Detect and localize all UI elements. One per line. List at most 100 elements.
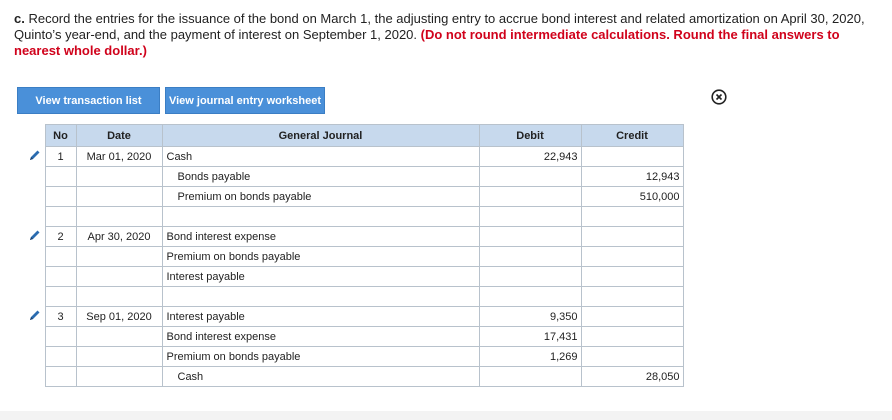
table-row: 2 Apr 30, 2020 Bond interest expense <box>25 226 684 247</box>
debit-amount[interactable] <box>478 226 582 247</box>
credit-amount[interactable] <box>580 266 684 287</box>
entry-number: 2 <box>44 226 77 247</box>
header-no: No <box>44 124 77 147</box>
header-date: Date <box>75 124 163 147</box>
credit-amount[interactable] <box>580 326 684 347</box>
credit-amount[interactable]: 510,000 <box>580 186 684 207</box>
entry-number: 3 <box>44 306 77 327</box>
table-row: Premium on bonds payable 510,000 <box>25 186 684 207</box>
entry-number <box>44 206 77 227</box>
account-name[interactable]: Bond interest expense <box>161 326 480 347</box>
edit-cell <box>25 187 45 207</box>
edit-cell <box>25 167 45 187</box>
account-name[interactable]: Bonds payable <box>161 166 480 187</box>
debit-amount[interactable] <box>478 286 582 307</box>
entry-number <box>44 326 77 347</box>
edit-column-header <box>25 125 45 147</box>
instructions: c. Record the entries for the issuance o… <box>14 11 879 59</box>
entry-date <box>75 266 163 287</box>
edit-cell <box>25 267 45 287</box>
table-row: Interest payable <box>25 266 684 287</box>
entry-number <box>44 186 77 207</box>
entry-date <box>75 186 163 207</box>
entry-date <box>75 206 163 227</box>
credit-amount[interactable] <box>580 246 684 267</box>
pencil-icon[interactable] <box>29 149 41 161</box>
header-credit: Credit <box>580 124 684 147</box>
debit-amount[interactable]: 17,431 <box>478 326 582 347</box>
entry-date <box>75 346 163 367</box>
account-name[interactable]: Cash <box>161 366 480 387</box>
table-row: 1 Mar 01, 2020 Cash 22,943 <box>25 146 684 167</box>
debit-amount[interactable] <box>478 366 582 387</box>
table-row: Bonds payable 12,943 <box>25 166 684 187</box>
edit-cell <box>25 207 45 227</box>
edit-cell[interactable] <box>25 227 45 247</box>
header-debit: Debit <box>478 124 582 147</box>
entry-number: 1 <box>44 146 77 167</box>
entry-date <box>75 246 163 267</box>
credit-amount[interactable]: 12,943 <box>580 166 684 187</box>
question-prefix: c. <box>14 11 25 26</box>
header-general-journal: General Journal <box>161 124 480 147</box>
debit-amount[interactable] <box>478 166 582 187</box>
credit-amount[interactable] <box>580 146 684 167</box>
credit-amount[interactable] <box>580 346 684 367</box>
table-row <box>25 286 684 307</box>
edit-cell <box>25 347 45 367</box>
account-name[interactable]: Bond interest expense <box>161 226 480 247</box>
pencil-icon[interactable] <box>29 229 41 241</box>
entry-number <box>44 246 77 267</box>
credit-amount[interactable] <box>580 226 684 247</box>
entry-date <box>75 166 163 187</box>
table-row: Cash 28,050 <box>25 366 684 387</box>
view-transaction-list-button[interactable]: View transaction list <box>17 87 160 114</box>
journal-table: No Date General Journal Debit Credit 1 Ma… <box>25 124 684 387</box>
entry-date <box>75 366 163 387</box>
account-name[interactable]: Cash <box>161 146 480 167</box>
debit-amount[interactable] <box>478 186 582 207</box>
edit-cell <box>25 287 45 307</box>
edit-cell[interactable] <box>25 307 45 327</box>
credit-amount[interactable] <box>580 306 684 327</box>
debit-amount[interactable] <box>478 206 582 227</box>
entry-number <box>44 166 77 187</box>
circle-x-icon[interactable] <box>711 89 727 105</box>
entry-number <box>44 266 77 287</box>
credit-amount[interactable]: 28,050 <box>580 366 684 387</box>
entry-date: Mar 01, 2020 <box>75 146 163 167</box>
table-row <box>25 206 684 227</box>
table-row: Premium on bonds payable 1,269 <box>25 346 684 367</box>
journal-body: 1 Mar 01, 2020 Cash 22,943 Bonds payable 12,9… <box>25 146 684 387</box>
entry-date: Apr 30, 2020 <box>75 226 163 247</box>
view-journal-entry-worksheet-button[interactable]: View journal entry worksheet <box>165 87 325 114</box>
header-row: No Date General Journal Debit Credit <box>25 124 684 147</box>
entry-number <box>44 346 77 367</box>
account-name[interactable]: Interest payable <box>161 266 480 287</box>
account-name[interactable]: Premium on bonds payable <box>161 246 480 267</box>
bottom-bar <box>0 411 892 420</box>
credit-amount[interactable] <box>580 286 684 307</box>
account-name[interactable] <box>161 206 480 227</box>
account-name[interactable]: Premium on bonds payable <box>161 186 480 207</box>
debit-amount[interactable] <box>478 246 582 267</box>
table-row: Bond interest expense 17,431 <box>25 326 684 347</box>
edit-cell <box>25 247 45 267</box>
edit-cell[interactable] <box>25 147 45 167</box>
entry-date <box>75 286 163 307</box>
debit-amount[interactable] <box>478 266 582 287</box>
edit-cell <box>25 327 45 347</box>
account-name[interactable] <box>161 286 480 307</box>
credit-amount[interactable] <box>580 206 684 227</box>
table-row: Premium on bonds payable <box>25 246 684 267</box>
table-row: 3 Sep 01, 2020 Interest payable 9,350 <box>25 306 684 327</box>
debit-amount[interactable]: 1,269 <box>478 346 582 367</box>
pencil-icon[interactable] <box>29 309 41 321</box>
debit-amount[interactable]: 22,943 <box>478 146 582 167</box>
debit-amount[interactable]: 9,350 <box>478 306 582 327</box>
account-name[interactable]: Premium on bonds payable <box>161 346 480 367</box>
entry-date: Sep 01, 2020 <box>75 306 163 327</box>
edit-cell <box>25 367 45 387</box>
account-name[interactable]: Interest payable <box>161 306 480 327</box>
entry-date <box>75 326 163 347</box>
